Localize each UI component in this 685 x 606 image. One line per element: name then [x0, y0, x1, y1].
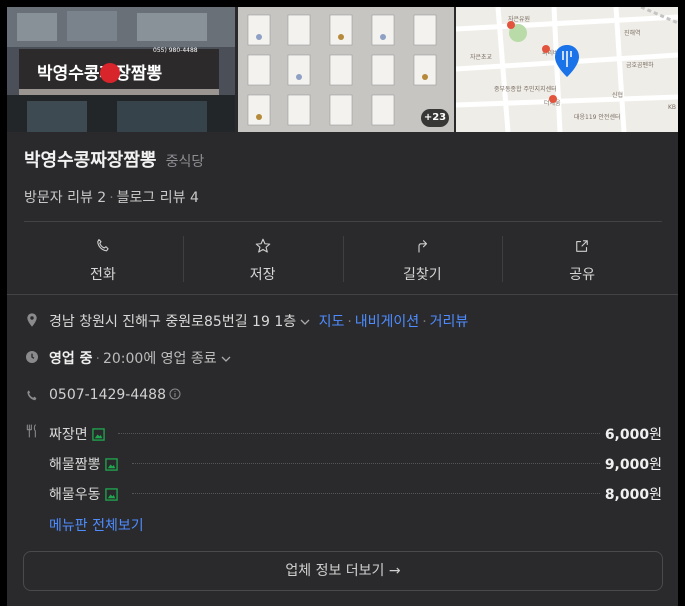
place-name: 박영수콩짜장짬뽕	[24, 150, 157, 171]
save-button-label: 저장	[249, 267, 276, 283]
map-illustration: 자은유원 진해역 자은초교 파리바게뜨 금호곰펜하 중부동종합 주민지지센터 신…	[456, 7, 678, 132]
share-button[interactable]: 공유	[502, 232, 662, 294]
menu-item[interactable]: 짜장면 6,000원	[24, 421, 662, 451]
share-icon	[576, 240, 588, 252]
address-text[interactable]: 경남 창원시 진해구 중원로85번길 19 1층	[49, 314, 296, 330]
separator-dot: ·	[109, 190, 114, 206]
image-icon[interactable]	[104, 488, 118, 501]
storefront-photo[interactable]: 박영수콩짜장짬뽕 055) 980-4488	[7, 7, 235, 132]
map-label: 중부동종합 주민지지센터	[494, 85, 557, 93]
directions-button-label: 길찾기	[403, 267, 442, 283]
place-category: 중식당	[165, 154, 205, 170]
storefront-phone-text: 055) 980-4488	[153, 47, 198, 54]
image-icon[interactable]	[104, 458, 118, 471]
menu-item[interactable]: 해물우동 8,000원	[24, 481, 662, 511]
map-label: 진해역	[624, 29, 641, 37]
review-summary: 방문자 리뷰 2 · 블로그 리뷰 4	[24, 187, 199, 207]
visitor-reviews-link[interactable]: 방문자 리뷰 2	[24, 190, 106, 206]
menu-item-price: 8,000원	[600, 484, 662, 504]
phone-icon	[97, 239, 109, 252]
separator-dot: ·	[95, 351, 100, 367]
divider	[7, 294, 678, 295]
menu-list: 짜장면 6,000원 해물짬뽕 9,000원 해물우동 8,000원	[24, 421, 662, 511]
call-button-label: 전화	[89, 267, 116, 283]
menu-item-name: 해물짬뽕	[49, 457, 101, 473]
closing-time[interactable]: 20:00에 영업 종료	[103, 351, 217, 367]
call-button[interactable]: 전화	[23, 232, 183, 294]
menu-item-name: 짜장면	[49, 427, 88, 443]
directions-button[interactable]: 길찾기	[342, 232, 503, 294]
street-view-link[interactable]: 거리뷰	[430, 314, 469, 330]
share-button-label: 공유	[569, 267, 595, 283]
view-full-menu-link[interactable]: 메뉴판 전체보기	[49, 515, 144, 535]
more-info-button[interactable]: 업체 정보 더보기 →	[23, 551, 663, 591]
save-button[interactable]: 저장	[182, 232, 343, 294]
action-bar: 전화 저장 길찾기 공유	[23, 232, 662, 294]
phone-icon	[27, 390, 37, 401]
map-label: 자은초교	[470, 53, 493, 61]
menu-item-name: 해물우동	[49, 487, 101, 503]
separator-dot: ·	[347, 314, 352, 330]
chevron-down-icon[interactable]	[221, 354, 231, 364]
open-status: 영업 중	[49, 351, 93, 367]
place-card: 박영수콩짜장짬뽕 055) 980-4488 +23 자은유원 진해역 자은초교…	[7, 7, 678, 606]
star-icon	[255, 238, 270, 253]
chevron-down-icon[interactable]	[300, 317, 310, 327]
dotted-leader	[118, 433, 602, 434]
menu-item-price: 6,000원	[600, 424, 662, 444]
certificates-photo[interactable]: +23	[238, 7, 454, 132]
navigation-link[interactable]: 내비게이션	[355, 314, 419, 330]
map-label: 금호곰펜하	[626, 61, 654, 69]
more-photos-badge[interactable]: +23	[421, 109, 449, 127]
blog-reviews-link[interactable]: 블로그 리뷰 4	[117, 190, 199, 206]
divider	[24, 221, 662, 222]
menu-item[interactable]: 해물짬뽕 9,000원	[24, 451, 662, 481]
location-map-thumbnail[interactable]: 자은유원 진해역 자은초교 파리바게뜨 금호곰펜하 중부동종합 주민지지센터 신…	[456, 7, 678, 132]
photo-strip: 박영수콩짜장짬뽕 055) 980-4488 +23 자은유원 진해역 자은초교…	[7, 7, 678, 132]
storefront-illustration: 박영수콩짜장짬뽕 055) 980-4488	[7, 7, 235, 132]
image-icon[interactable]	[91, 428, 105, 441]
map-label: 신협	[612, 91, 623, 99]
info-icon[interactable]	[169, 388, 181, 400]
location-pin-icon	[27, 313, 37, 327]
dotted-leader	[132, 493, 602, 494]
clock-icon	[26, 351, 38, 363]
map-label: KB	[668, 104, 676, 111]
menu-item-price: 9,000원	[600, 454, 662, 474]
phone-number[interactable]: 0507-1429-4488	[49, 387, 166, 403]
dotted-leader	[132, 463, 602, 464]
storefront-sign-text: 박영수콩짜장짬뽕	[37, 64, 162, 84]
place-title-row: 박영수콩짜장짬뽕 중식당	[24, 146, 204, 172]
map-label: 대응119 안전센터	[574, 113, 620, 121]
map-link[interactable]: 지도	[319, 314, 345, 330]
separator-dot: ·	[422, 314, 427, 330]
directions-icon	[418, 240, 428, 253]
